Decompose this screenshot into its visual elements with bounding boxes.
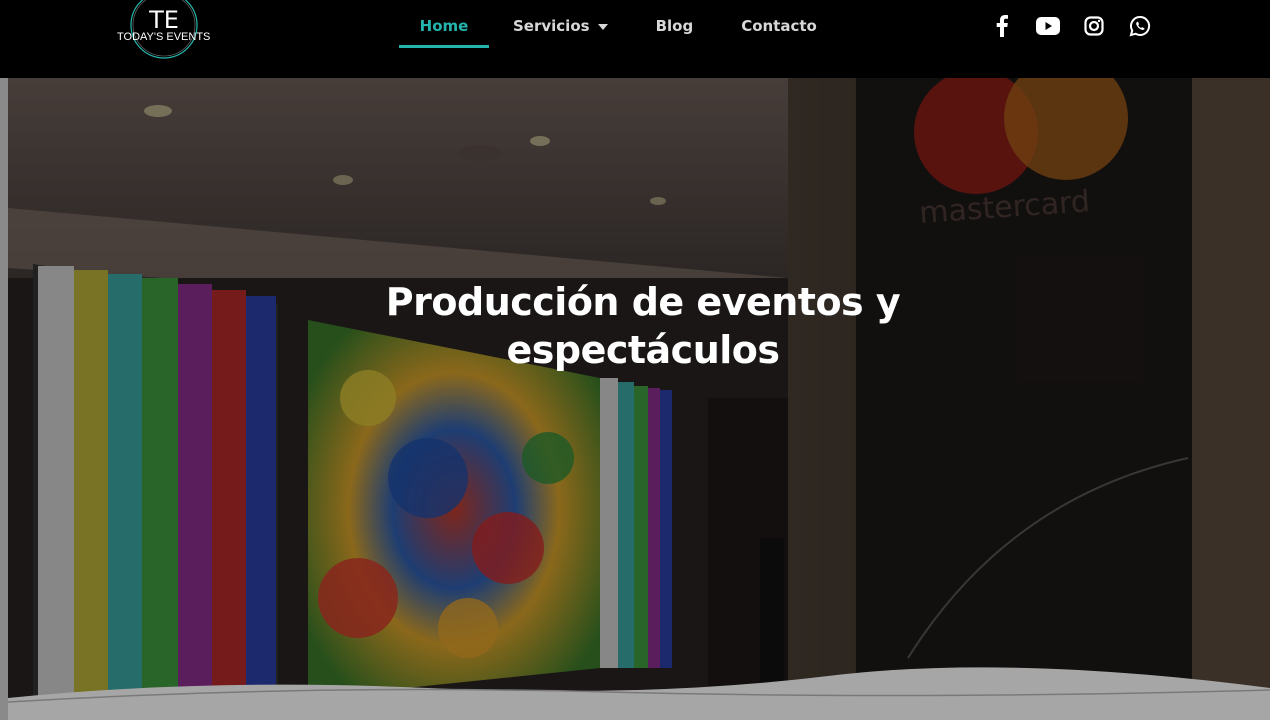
logo-text: TODAY'S EVENTS: [117, 31, 211, 43]
facebook-icon[interactable]: [990, 14, 1014, 38]
main-nav: Home Servicios Blog Contacto: [399, 0, 817, 78]
hero-title: Producción de eventos y espectáculos: [308, 278, 978, 374]
hero-title-line2: espectáculos: [506, 328, 780, 372]
whatsapp-icon[interactable]: [1128, 14, 1152, 38]
nav-servicios-label: Servicios: [513, 17, 590, 35]
brand-logo[interactable]: TE TODAY'S EVENTS: [114, 0, 214, 64]
social-links: [990, 14, 1152, 38]
nav-item-servicios[interactable]: Servicios: [513, 0, 608, 52]
logo-monogram: TE: [148, 6, 179, 34]
nav-home-label: Home: [419, 17, 469, 35]
nav-item-contacto[interactable]: Contacto: [741, 0, 817, 52]
nav-blog-label: Blog: [655, 17, 694, 35]
nav-item-home[interactable]: Home: [399, 0, 489, 52]
page-edge: [0, 78, 8, 720]
site-header: TE TODAY'S EVENTS Home Servicios Blog Co…: [0, 0, 1270, 78]
instagram-icon[interactable]: [1082, 14, 1106, 38]
chevron-down-icon: [597, 24, 608, 30]
hero-dark-overlay: [8, 78, 1270, 720]
hero-title-line1: Producción de eventos y: [385, 280, 901, 324]
active-underline: [399, 45, 489, 48]
youtube-icon[interactable]: [1036, 14, 1060, 38]
hero-section: mastercard Producción de eventos y espec…: [8, 78, 1270, 720]
nav-contacto-label: Contacto: [741, 17, 817, 35]
nav-item-blog[interactable]: Blog: [656, 0, 694, 52]
